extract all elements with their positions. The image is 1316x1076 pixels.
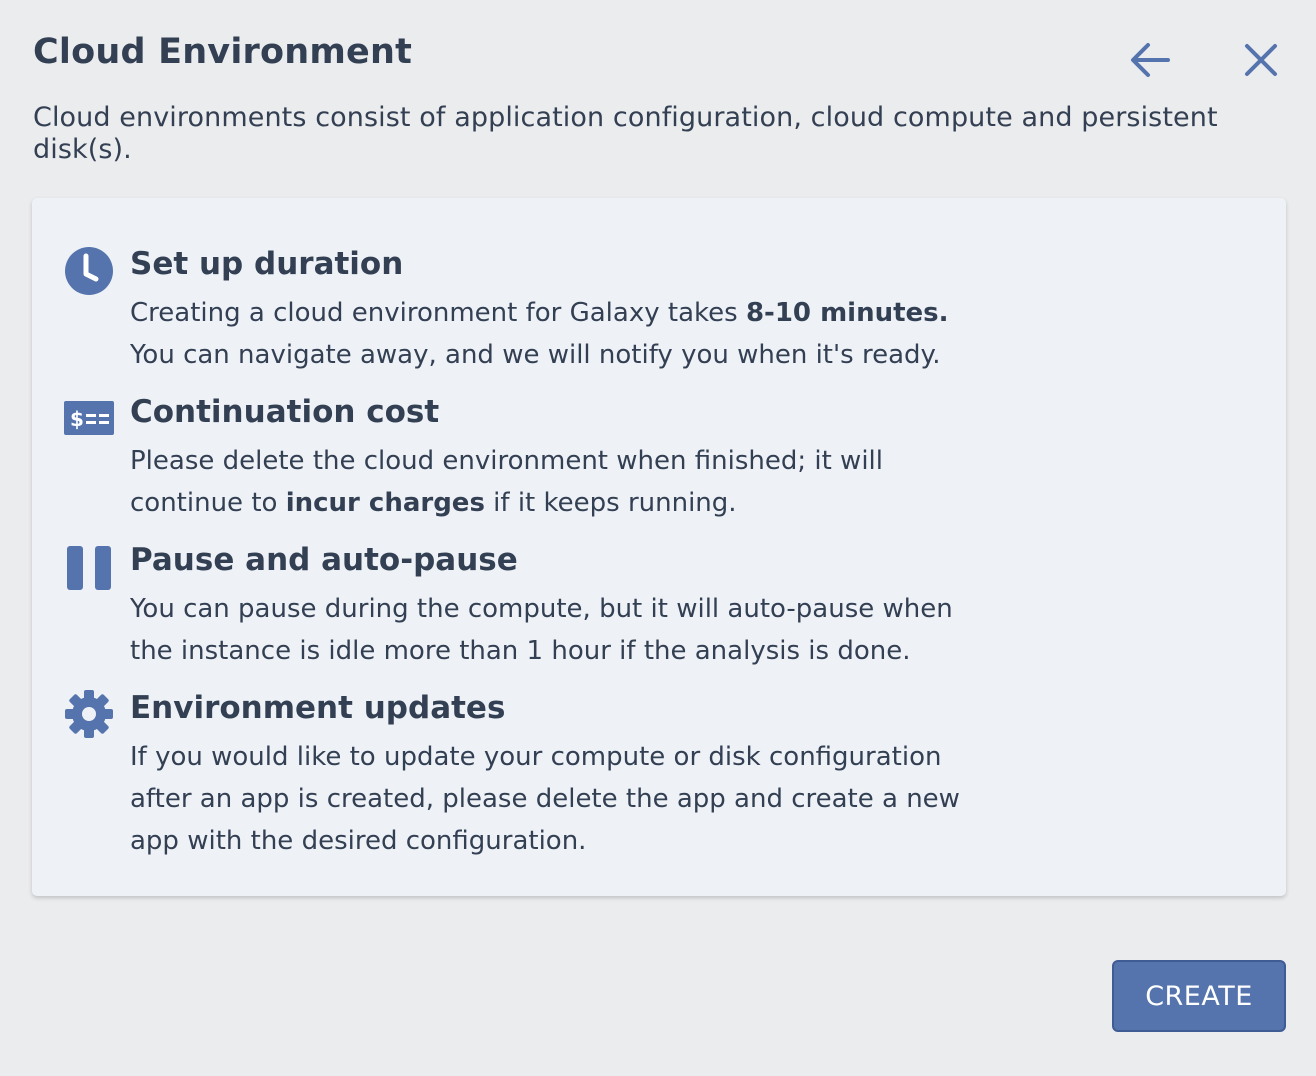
info-item-pause: Pause and auto-pause You can pause durin… [32,542,1132,682]
item-line: You can navigate away, and we will notif… [130,340,941,370]
item-line: app with the desired configuration. [130,826,587,856]
item-title: Environment updates [130,690,506,726]
item-description: You can pause during the compute, but it… [130,588,1030,672]
arrow-left-icon [1131,43,1170,77]
create-button[interactable]: CREATE [1112,960,1286,1032]
item-description: Creating a cloud environment for Galaxy … [130,292,1030,376]
close-icon [1245,44,1277,76]
item-line: You can pause during the compute, but it… [130,594,953,624]
item-title: Pause and auto-pause [130,542,518,578]
cloud-environment-panel: Cloud Environment Cloud environments con… [0,0,1316,1076]
item-title: Continuation cost [130,394,440,430]
item-line: Creating a cloud environment for Galaxy … [130,298,949,328]
clock-icon [65,247,113,295]
billing-icon: $ [64,401,114,435]
item-line: the instance is idle more than 1 hour if… [130,636,911,666]
close-button[interactable] [1239,38,1283,82]
highlight-duration: 8-10 minutes. [745,298,949,328]
info-item-setup-duration: Set up duration Creating a cloud environ… [32,246,1132,386]
item-line: after an app is created, please delete t… [130,784,960,814]
item-title: Set up duration [130,246,404,282]
gear-icon [65,690,113,738]
back-button[interactable] [1128,38,1172,82]
info-card: Set up duration Creating a cloud environ… [32,198,1286,896]
page-title: Cloud Environment [33,32,413,72]
highlight-charges: incur charges [285,488,485,518]
info-item-continuation-cost: $ Continuation cost Please delete the cl… [32,394,1132,534]
svg-text:$: $ [70,407,84,431]
item-description: Please delete the cloud environment when… [130,440,1030,524]
item-description: If you would like to update your compute… [130,736,1030,862]
info-item-environment-updates: Environment updates If you would like to… [32,690,1132,870]
item-line: If you would like to update your compute… [130,742,942,772]
pause-icon [67,546,111,590]
item-line: continue to incur charges if it keeps ru… [130,488,737,518]
panel-description: Cloud environments consist of applicatio… [33,102,1218,165]
item-line: Please delete the cloud environment when… [130,446,883,476]
